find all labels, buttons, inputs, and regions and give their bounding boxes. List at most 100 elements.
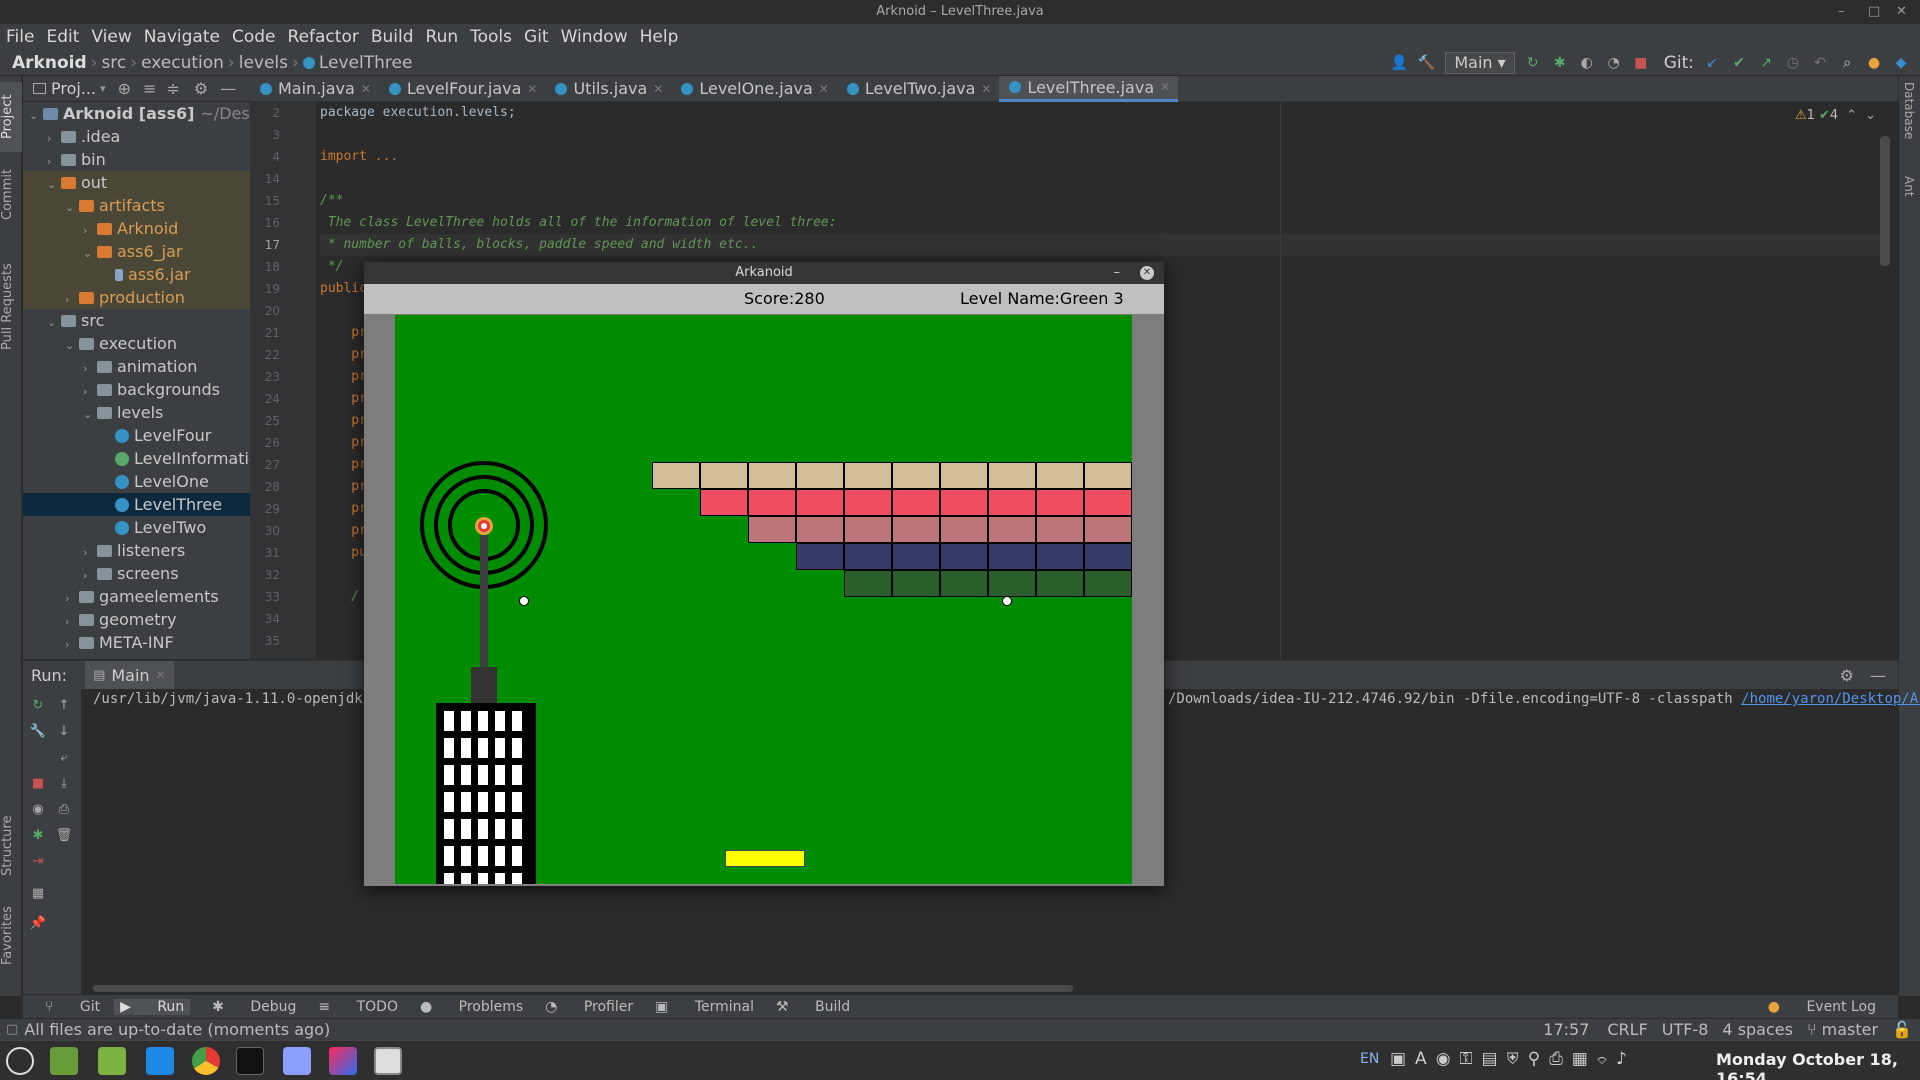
- hide-icon[interactable]: —: [220, 79, 236, 98]
- tree-item-leveltwo[interactable]: LevelTwo: [23, 516, 250, 539]
- minimize-button[interactable]: –: [1838, 0, 1845, 24]
- tool-tab-favorites[interactable]: Favorites: [0, 896, 22, 976]
- status-message[interactable]: All files are up-to-date (moments ago): [24, 1020, 330, 1039]
- tree-item-meta-inf[interactable]: › META-INF: [23, 631, 250, 654]
- code-line[interactable]: import ...: [320, 146, 1880, 168]
- tree-item-gameelements[interactable]: › gameelements: [23, 585, 250, 608]
- indent-setting[interactable]: 4 spaces: [1722, 1020, 1793, 1039]
- console-hscrollbar[interactable]: [93, 985, 1073, 992]
- chevron-down-icon[interactable]: ⌄: [65, 196, 79, 219]
- code-line[interactable]: package execution.levels;: [320, 102, 1880, 124]
- close-icon[interactable]: ✕: [527, 82, 537, 96]
- chevron-right-icon[interactable]: ›: [83, 357, 97, 380]
- tool-tab-database[interactable]: Database: [1902, 82, 1916, 162]
- tree-item-out[interactable]: ⌄ out: [23, 171, 250, 194]
- update-icon[interactable]: ●: [1865, 54, 1883, 72]
- menu-code[interactable]: Code: [232, 27, 276, 47]
- menu-run[interactable]: Run: [426, 27, 459, 47]
- tree-item-levels[interactable]: ⌄ levels: [23, 401, 250, 424]
- chevron-right-icon[interactable]: ›: [83, 541, 97, 564]
- caret-position[interactable]: 17:57: [1543, 1020, 1589, 1039]
- tree-item-backgrounds[interactable]: › backgrounds: [23, 378, 250, 401]
- close-icon[interactable]: ✕: [361, 82, 371, 96]
- files-icon[interactable]: [98, 1047, 126, 1075]
- scroll-end-icon[interactable]: ⤓: [55, 775, 73, 793]
- debug-icon[interactable]: ✱: [1551, 54, 1569, 72]
- locate-icon[interactable]: ⊕: [118, 79, 131, 98]
- tool-tab-pull-requests[interactable]: Pull Requests: [0, 252, 22, 362]
- tool-tab-problems[interactable]: ● Problems: [420, 999, 523, 1015]
- up-arrow-icon[interactable]: ↑: [55, 697, 73, 715]
- tray-icons[interactable]: ▣A◉⚿▤⛨⚲⎙▦⌔♪: [1390, 1049, 1636, 1069]
- tree-item-src[interactable]: ⌄ src: [23, 309, 250, 332]
- chevron-down-icon[interactable]: ⌄: [83, 242, 97, 265]
- tree-item-production[interactable]: › production: [23, 286, 250, 309]
- tool-tab-run[interactable]: ▶ Run: [114, 998, 191, 1015]
- chevron-right-icon[interactable]: ›: [47, 150, 61, 173]
- code-line[interactable]: The class LevelThree holds all of the in…: [320, 212, 1880, 234]
- plugin-icon[interactable]: ◆: [1892, 54, 1910, 72]
- close-icon[interactable]: ✕: [653, 82, 663, 96]
- layout-icon[interactable]: ▦: [29, 885, 47, 903]
- gear-icon[interactable]: ⚙: [194, 79, 208, 98]
- git-push-icon[interactable]: ↗: [1757, 54, 1775, 72]
- project-view-select[interactable]: Proj...: [51, 79, 96, 98]
- tool-tab-ant[interactable]: Ant: [1902, 176, 1916, 216]
- profile-icon[interactable]: ◔: [1605, 54, 1623, 72]
- menu-tools[interactable]: Tools: [470, 27, 512, 47]
- search-icon[interactable]: ⌕: [1838, 54, 1856, 72]
- rerun-icon[interactable]: ↻: [1524, 54, 1542, 72]
- tree-item-artifacts[interactable]: ⌄ artifacts: [23, 194, 250, 217]
- rollback-icon[interactable]: ↶: [1811, 54, 1829, 72]
- tree-item-bin[interactable]: › bin: [23, 148, 250, 171]
- run-tab-main[interactable]: ▤ Main ✕: [85, 661, 174, 689]
- tool-tab-debug[interactable]: ✱ Debug: [212, 999, 296, 1015]
- chevron-right-icon[interactable]: ›: [65, 587, 79, 610]
- breadcrumb-levels[interactable]: levels: [239, 53, 288, 73]
- game-canvas[interactable]: Score:280 Level Name:Green 3: [364, 284, 1164, 884]
- gear-icon[interactable]: ⚙: [1840, 666, 1854, 685]
- tree-item-levelfour[interactable]: LevelFour: [23, 424, 250, 447]
- breadcrumb-src[interactable]: src: [101, 53, 126, 73]
- rerun-icon[interactable]: ↻: [29, 697, 47, 715]
- chevron-down-icon[interactable]: ▾: [100, 82, 106, 95]
- menu-navigate[interactable]: Navigate: [144, 27, 220, 47]
- code-line[interactable]: /**: [320, 190, 1880, 212]
- chevron-right-icon[interactable]: ›: [83, 219, 97, 242]
- close-button[interactable]: ✕: [1896, 0, 1907, 24]
- pin-icon[interactable]: 📌: [29, 915, 47, 933]
- mint-menu-icon[interactable]: [6, 1047, 34, 1075]
- lock-icon[interactable]: 🔓: [1892, 1020, 1912, 1039]
- tree-item-ass6-jar[interactable]: ⌄ ass6_jar: [23, 240, 250, 263]
- coverage-icon[interactable]: ◐: [1578, 54, 1596, 72]
- tool-tab-todo[interactable]: ≡ TODO: [318, 999, 398, 1015]
- git-commit-icon[interactable]: ✔: [1730, 54, 1748, 72]
- chevron-down-icon[interactable]: ⌄: [47, 311, 61, 334]
- exit-icon[interactable]: ⇥: [29, 853, 47, 871]
- notes-icon[interactable]: [283, 1047, 311, 1075]
- tool-tab-project[interactable]: Project: [0, 82, 22, 152]
- tree-item-geometry[interactable]: › geometry: [23, 608, 250, 631]
- chevron-down-icon[interactable]: ⌄: [47, 173, 61, 196]
- close-icon[interactable]: ✕: [819, 82, 829, 96]
- chevron-right-icon[interactable]: ›: [65, 288, 79, 311]
- line-separator[interactable]: CRLF: [1607, 1020, 1647, 1039]
- editor-tab-levelthree-java[interactable]: LevelThree.java ✕: [999, 75, 1179, 102]
- chrome-icon[interactable]: [192, 1047, 220, 1075]
- tool-tab-commit[interactable]: Commit: [0, 162, 22, 226]
- chevron-right-icon[interactable]: ›: [83, 564, 97, 587]
- print-icon[interactable]: ⎙: [55, 801, 73, 819]
- chevron-right-icon[interactable]: ›: [65, 610, 79, 633]
- tree-item-animation[interactable]: › animation: [23, 355, 250, 378]
- git-update-icon[interactable]: ↙: [1703, 54, 1721, 72]
- down-arrow-icon[interactable]: ↓: [55, 723, 73, 741]
- code-line[interactable]: [320, 124, 1880, 146]
- menu-file[interactable]: File: [6, 27, 34, 47]
- tree-item-levelthree[interactable]: LevelThree: [23, 493, 250, 516]
- event-log-button[interactable]: ● Event Log: [1746, 999, 1876, 1015]
- close-icon[interactable]: ✕: [981, 82, 991, 96]
- camera-icon[interactable]: ◉: [29, 801, 47, 819]
- editor-tab-levelone-java[interactable]: LevelOne.java ✕: [671, 76, 836, 102]
- tool-tab-terminal[interactable]: ▣ Terminal: [655, 999, 754, 1015]
- debug-icon[interactable]: ✱: [29, 827, 47, 845]
